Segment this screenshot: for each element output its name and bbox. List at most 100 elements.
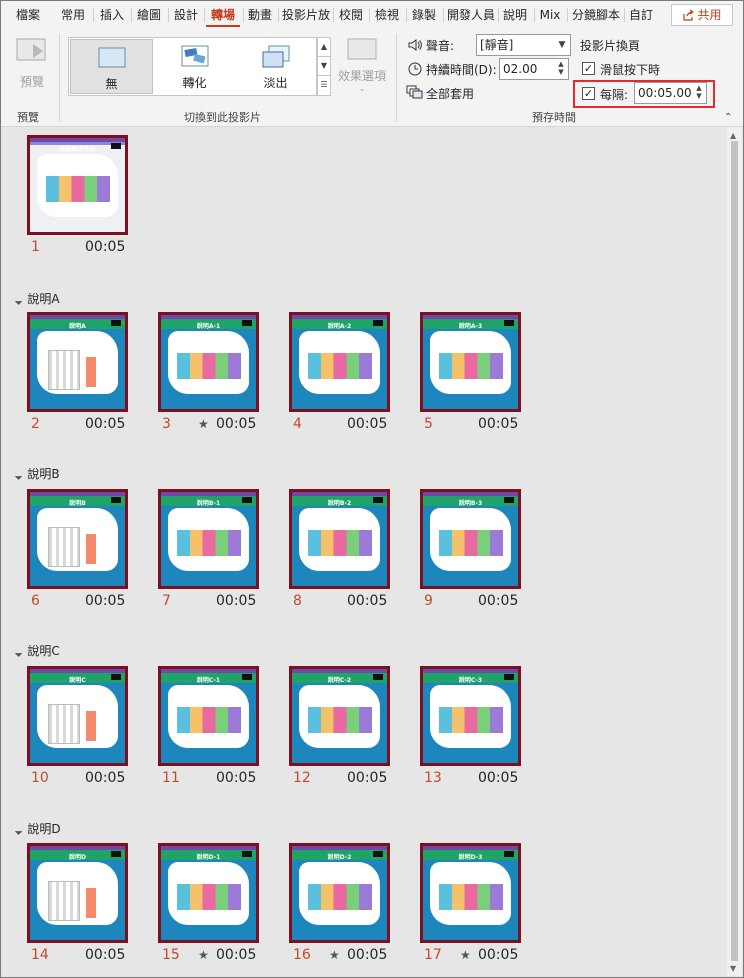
slide-thumbnail[interactable]: 說明C-2 bbox=[289, 666, 390, 766]
transition-fade[interactable]: 淡出 bbox=[234, 39, 317, 94]
slide-thumbnail[interactable]: 說明D-2 bbox=[289, 843, 390, 943]
slide-title: 說明A-3 bbox=[458, 323, 483, 330]
tab-storyboarding[interactable]: 分鏡腳本 bbox=[570, 5, 622, 27]
slide-thumbnail[interactable]: 說明A bbox=[27, 312, 128, 412]
apply-all-button[interactable]: 全部套用 bbox=[426, 85, 474, 102]
section-header-b[interactable]: ◢ 說明B bbox=[14, 465, 60, 482]
scroll-thumb[interactable] bbox=[731, 141, 738, 961]
tab-review[interactable]: 校閱 bbox=[336, 5, 366, 27]
slide-timing: 00:05 bbox=[85, 239, 126, 255]
tab-insert[interactable]: 插入 bbox=[97, 5, 127, 27]
slide-thumbnail[interactable]: 說明A-3 bbox=[420, 312, 521, 412]
slide-title: 說明B-3 bbox=[458, 500, 483, 507]
section-header-c[interactable]: ◢ 說明C bbox=[14, 642, 60, 659]
slide-graphic bbox=[48, 704, 80, 744]
tab-transitions[interactable]: 轉場 bbox=[206, 5, 240, 27]
slide-title: 說明B-1 bbox=[196, 500, 221, 507]
animation-star-icon: ★ bbox=[198, 948, 209, 962]
slide-thumbnail[interactable]: 說明B-2 bbox=[289, 489, 390, 589]
section-title: 說明D bbox=[27, 822, 61, 836]
transition-gallery[interactable]: 無 轉化 淡出 bbox=[68, 37, 317, 96]
slide-title: 說明D bbox=[69, 854, 86, 861]
slide-thumbnail[interactable]: 說明D-1 bbox=[158, 843, 259, 943]
slide-timing: 00:05 bbox=[216, 770, 257, 786]
slide-number: 10 bbox=[31, 770, 49, 786]
tab-view[interactable]: 檢視 bbox=[372, 5, 402, 27]
collapse-section-icon[interactable]: ◢ bbox=[14, 826, 23, 835]
slide-title: 說明D-2 bbox=[327, 854, 352, 861]
gallery-more-button[interactable]: ☰ bbox=[318, 76, 330, 95]
slide-number: 8 bbox=[293, 593, 302, 609]
transition-morph[interactable]: 轉化 bbox=[153, 39, 236, 94]
transitions-ribbon: 預覽 預覽 無 轉化 淡出 ▲ ▼ ☰ 效果選項 ⌄ 切換到此投影片 聲音: [… bbox=[0, 30, 744, 127]
tab-file[interactable]: 檔案 bbox=[8, 5, 48, 27]
gallery-up-button[interactable]: ▲ bbox=[318, 38, 330, 57]
slide-number: 7 bbox=[162, 593, 171, 609]
slide-thumbnail[interactable]: 說明D-3 bbox=[420, 843, 521, 943]
slide-graphic bbox=[439, 530, 503, 556]
slide-thumbnail[interactable]: 說明C-3 bbox=[420, 666, 521, 766]
duration-spinner[interactable]: 02.00 ▲ ▼ bbox=[499, 58, 569, 80]
slide-top-strip bbox=[30, 846, 125, 850]
tab-mix[interactable]: Mix bbox=[536, 5, 564, 27]
vertical-scrollbar[interactable]: ▲ ▼ bbox=[727, 127, 742, 976]
preview-button[interactable]: 預覽 bbox=[14, 38, 50, 98]
tab-home[interactable]: 常用 bbox=[57, 5, 89, 27]
slide-thumbnail[interactable]: 說明A-2 bbox=[289, 312, 390, 412]
slide-title: 說明D-1 bbox=[196, 854, 221, 861]
collapse-section-icon[interactable]: ◢ bbox=[14, 296, 23, 305]
sound-select[interactable]: [靜音] ▼ bbox=[476, 34, 571, 56]
slide-thumbnail[interactable]: 說明B bbox=[27, 489, 128, 589]
slide-top-strip bbox=[423, 669, 518, 673]
slide-number: 15 bbox=[162, 947, 180, 963]
slide-thumbnail[interactable]: 說明A-1 bbox=[158, 312, 259, 412]
share-label: 共用 bbox=[697, 8, 722, 22]
after-checkbox[interactable]: ✓ bbox=[582, 87, 595, 100]
transition-none[interactable]: 無 bbox=[70, 39, 153, 94]
slide-timing: 00:05 bbox=[85, 416, 126, 432]
tab-custom[interactable]: 自訂 bbox=[626, 5, 656, 27]
effect-options-button[interactable]: 效果選項 ⌄ bbox=[336, 38, 388, 98]
slide-graphic bbox=[48, 881, 80, 921]
section-header-a[interactable]: ◢ 說明A bbox=[14, 290, 60, 307]
slide-thumbnail[interactable]: 說明B-1 bbox=[158, 489, 259, 589]
scroll-down-icon[interactable]: ▼ bbox=[730, 964, 736, 973]
advance-slide-label: 投影片換頁 bbox=[580, 39, 641, 53]
section-header-d[interactable]: ◢ 說明D bbox=[14, 820, 61, 837]
spinner-arrows-icon[interactable]: ▲ ▼ bbox=[693, 84, 705, 102]
slide-graphic bbox=[308, 353, 372, 379]
slide-thumbnail[interactable]: 資訊展示平台 bbox=[27, 135, 128, 235]
collapse-section-icon[interactable]: ◢ bbox=[14, 648, 23, 657]
slide-top-strip bbox=[30, 669, 125, 673]
share-button[interactable]: 共用 bbox=[671, 4, 733, 26]
slide-graphic bbox=[48, 350, 80, 390]
slide-thumbnail[interactable]: 說明D bbox=[27, 843, 128, 943]
spinner-arrows-icon[interactable]: ▲ ▼ bbox=[555, 60, 567, 78]
slide-thumbnail[interactable]: 說明C bbox=[27, 666, 128, 766]
tab-developer[interactable]: 開發人員 bbox=[446, 5, 496, 27]
slide-thumbnail[interactable]: 說明B-3 bbox=[420, 489, 521, 589]
slide-timing: 00:05 bbox=[85, 593, 126, 609]
tab-record[interactable]: 錄製 bbox=[409, 5, 439, 27]
apply-all-icon bbox=[406, 85, 423, 99]
tab-design[interactable]: 設計 bbox=[171, 5, 201, 27]
chevron-down-icon: ⌄ bbox=[358, 84, 366, 93]
after-time-spinner[interactable]: 00:05.00 ▲ ▼ bbox=[634, 82, 707, 104]
gallery-down-button[interactable]: ▼ bbox=[318, 57, 330, 76]
effect-options-label: 效果選項 bbox=[337, 69, 386, 83]
tab-slideshow[interactable]: 投影片放 bbox=[281, 5, 331, 27]
scroll-up-icon[interactable]: ▲ bbox=[730, 131, 736, 140]
slide-number: 16 bbox=[293, 947, 311, 963]
collapse-ribbon-icon[interactable]: ⌃ bbox=[724, 112, 732, 123]
slide-thumbnail[interactable]: 說明C-1 bbox=[158, 666, 259, 766]
tab-help[interactable]: 說明 bbox=[500, 5, 530, 27]
tab-draw[interactable]: 繪圖 bbox=[134, 5, 164, 27]
slide-graphic bbox=[308, 530, 372, 556]
slide-title: 資訊展示平台 bbox=[59, 146, 96, 153]
on-click-checkbox[interactable]: ✓ bbox=[582, 62, 595, 75]
chevron-down-icon: ▼ bbox=[558, 40, 566, 50]
tab-animations[interactable]: 動畫 bbox=[246, 5, 274, 27]
slide-title: 說明B-2 bbox=[327, 500, 352, 507]
collapse-section-icon[interactable]: ◢ bbox=[14, 471, 23, 480]
slide-timing: 00:05 bbox=[347, 593, 388, 609]
